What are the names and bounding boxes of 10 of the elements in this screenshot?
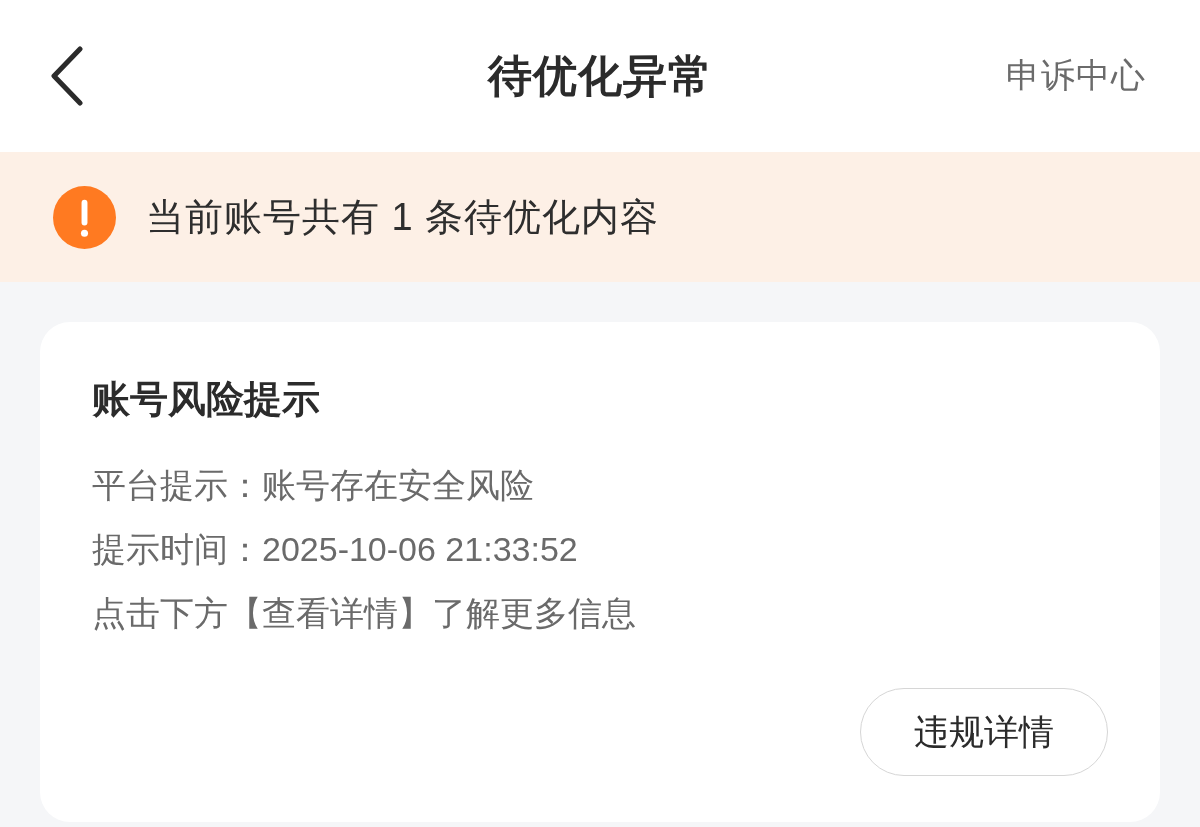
notice-text: 当前账号共有 1 条待优化内容 [146, 194, 660, 240]
back-icon[interactable] [50, 46, 84, 106]
violation-details-button[interactable]: 违规详情 [860, 688, 1108, 776]
info-text: 提示时间：2025-10-06 21:33:52 [92, 529, 578, 570]
info-text: 平台提示：账号存在安全风险 [92, 465, 534, 506]
appeal-center-link[interactable]: 申诉中心 [1006, 53, 1146, 99]
card-title: 账号风险提示 [92, 377, 320, 422]
info-text: 点击下方【查看详情】了解更多信息 [92, 593, 636, 634]
page-title: 待优化异常 [487, 49, 713, 102]
warning-icon [53, 185, 116, 249]
